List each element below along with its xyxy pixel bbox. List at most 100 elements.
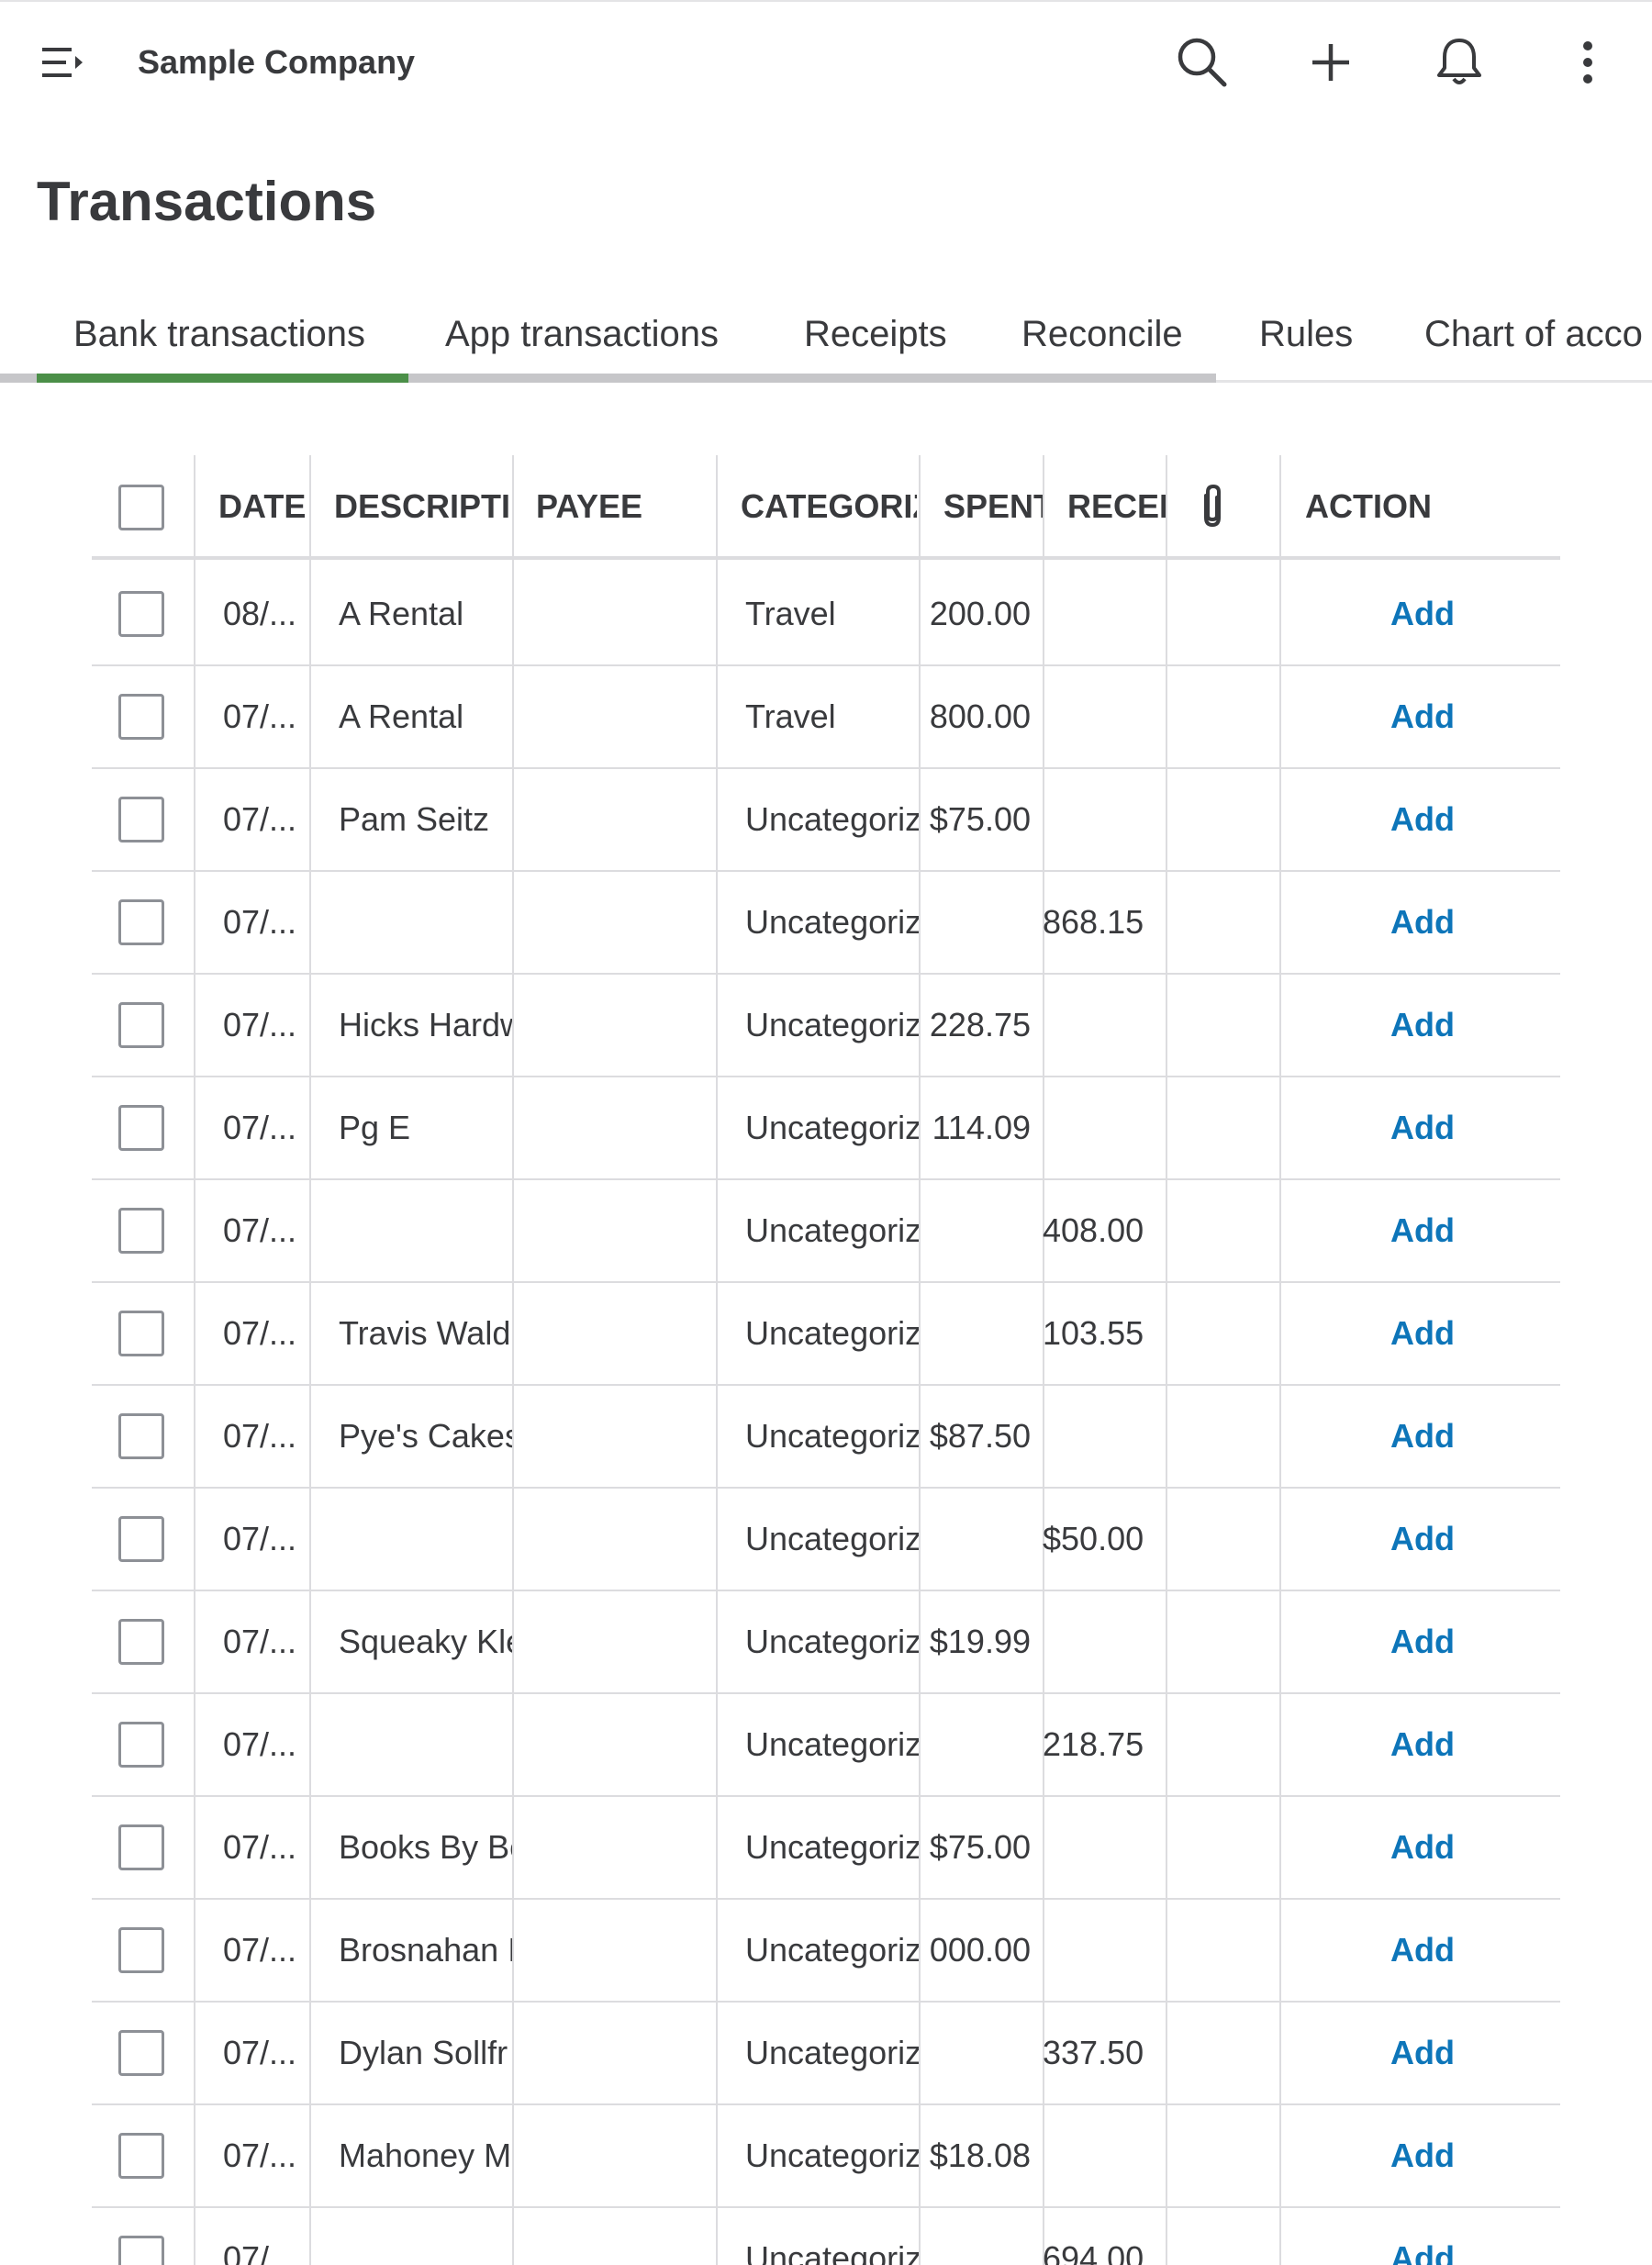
more-vertical-icon[interactable]: [1558, 33, 1617, 92]
column-header-description[interactable]: DESCRIPTIC: [334, 486, 510, 527]
column-header-categorize[interactable]: CATEGORIZ: [741, 486, 917, 527]
cell-category[interactable]: Uncategoriz: [745, 2105, 919, 2206]
row-checkbox[interactable]: [118, 1311, 164, 1356]
cell-category[interactable]: Uncategoriz: [745, 2003, 919, 2103]
column-header-payee[interactable]: PAYEE: [536, 486, 701, 527]
cell-category[interactable]: Uncategoriz: [745, 769, 919, 870]
table-row[interactable]: 07/... Brosnahan I Uncategoriz 000.00 Add: [92, 1900, 1560, 2003]
cell-category[interactable]: Uncategoriz: [745, 1900, 919, 2001]
transactions-table: DATE DESCRIPTIC PAYEE CATEGORIZ SPENT RE…: [92, 455, 1560, 2265]
add-button[interactable]: Add: [1285, 563, 1560, 664]
table-row[interactable]: 07/... Uncategoriz $50.00 Add: [92, 1489, 1560, 1591]
table-row[interactable]: 07/... Uncategoriz 868.15 Add: [92, 872, 1560, 975]
table-row[interactable]: 07/... Mahoney M Uncategoriz $18.08 Add: [92, 2105, 1560, 2208]
cell-spent: [919, 1180, 1031, 1281]
cell-category[interactable]: Uncategoriz: [745, 1591, 919, 1692]
cell-received: [1043, 975, 1166, 1076]
table-row[interactable]: 08/... A Rental Travel 200.00 Add: [92, 563, 1560, 666]
cell-category[interactable]: Uncategoriz: [745, 1489, 919, 1590]
add-button[interactable]: Add: [1285, 666, 1560, 767]
add-button[interactable]: Add: [1285, 1077, 1560, 1178]
row-checkbox[interactable]: [118, 2030, 164, 2076]
row-checkbox[interactable]: [118, 1002, 164, 1048]
add-button[interactable]: Add: [1285, 2105, 1560, 2206]
row-checkbox[interactable]: [118, 2236, 164, 2265]
cell-description: Pam Seitz: [339, 800, 490, 838]
cell-category[interactable]: Uncategoriz: [745, 1386, 919, 1487]
tab-receipts[interactable]: Receipts: [804, 312, 947, 356]
add-button[interactable]: Add: [1285, 1386, 1560, 1487]
cell-category[interactable]: Uncategoriz: [745, 1283, 919, 1384]
table-row[interactable]: 07/... Hicks Hardw Uncategoriz 228.75 Add: [92, 975, 1560, 1077]
select-all-checkbox[interactable]: [118, 485, 164, 530]
add-button[interactable]: Add: [1285, 1180, 1560, 1281]
tab-chart-of-accounts[interactable]: Chart of acco: [1424, 312, 1643, 356]
cell-received: [1043, 1386, 1166, 1487]
table-row[interactable]: 07/... Uncategoriz 218.75 Add: [92, 1694, 1560, 1797]
add-button[interactable]: Add: [1285, 2208, 1560, 2265]
table-row[interactable]: 07/... Books By Be Uncategoriz $75.00 Add: [92, 1797, 1560, 1900]
row-checkbox[interactable]: [118, 1208, 164, 1254]
table-row[interactable]: 07/... Pg E Uncategoriz 114.09 Add: [92, 1077, 1560, 1180]
add-button[interactable]: Add: [1285, 769, 1560, 870]
row-checkbox[interactable]: [118, 591, 164, 637]
cell-category[interactable]: Uncategoriz: [745, 1180, 919, 1281]
add-button[interactable]: Add: [1285, 1283, 1560, 1384]
row-checkbox[interactable]: [118, 1927, 164, 1973]
cell-category[interactable]: Uncategoriz: [745, 2208, 919, 2265]
search-icon[interactable]: [1173, 33, 1232, 92]
column-header-received[interactable]: RECEI\: [1067, 486, 1168, 527]
cell-spent: [919, 872, 1031, 973]
cell-spent: 228.75: [929, 1006, 1031, 1043]
table-row[interactable]: 07/... Pye's Cakes Uncategoriz $87.50 Add: [92, 1386, 1560, 1489]
row-checkbox[interactable]: [118, 899, 164, 945]
column-header-action[interactable]: ACTION: [1305, 486, 1489, 527]
table-row[interactable]: 07/... Uncategoriz 694.00 Add: [92, 2208, 1560, 2265]
table-row[interactable]: 07/... A Rental Travel 800.00 Add: [92, 666, 1560, 769]
add-button[interactable]: Add: [1285, 1900, 1560, 2001]
cell-received: 408.00: [1043, 1211, 1144, 1249]
plus-icon[interactable]: [1301, 33, 1360, 92]
tab-reconcile[interactable]: Reconcile: [1021, 312, 1183, 356]
cell-category[interactable]: Uncategoriz: [745, 1694, 919, 1795]
cell-received: 337.50: [1043, 2034, 1144, 2071]
row-checkbox[interactable]: [118, 1722, 164, 1768]
row-checkbox[interactable]: [118, 1105, 164, 1151]
cell-date: 07/...: [223, 2137, 297, 2174]
table-row[interactable]: 07/... Pam Seitz Uncategoriz $75.00 Add: [92, 769, 1560, 872]
add-button[interactable]: Add: [1285, 1591, 1560, 1692]
cell-category[interactable]: Travel: [745, 563, 919, 664]
tab-app-transactions[interactable]: App transactions: [445, 312, 719, 356]
table-row[interactable]: 07/... Dylan Sollfr Uncategoriz 337.50 Add: [92, 2003, 1560, 2105]
column-header-spent[interactable]: SPENT: [943, 486, 1043, 527]
add-button[interactable]: Add: [1285, 975, 1560, 1076]
row-checkbox[interactable]: [118, 2133, 164, 2179]
table-row[interactable]: 07/... Squeaky Kle Uncategoriz $19.99 Add: [92, 1591, 1560, 1694]
bell-icon[interactable]: [1430, 33, 1489, 92]
cell-received: [1043, 769, 1166, 870]
cell-category[interactable]: Uncategoriz: [745, 872, 919, 973]
row-checkbox[interactable]: [118, 1824, 164, 1870]
tab-bank-transactions[interactable]: Bank transactions: [73, 312, 365, 356]
cell-spent: $75.00: [929, 1828, 1031, 1866]
row-checkbox[interactable]: [118, 1516, 164, 1562]
add-button[interactable]: Add: [1285, 1489, 1560, 1590]
tab-rules[interactable]: Rules: [1259, 312, 1353, 356]
cell-category[interactable]: Uncategoriz: [745, 1797, 919, 1898]
row-checkbox[interactable]: [118, 797, 164, 842]
table-row[interactable]: 07/... Uncategoriz 408.00 Add: [92, 1180, 1560, 1283]
column-header-date[interactable]: DATE: [218, 486, 318, 527]
row-checkbox[interactable]: [118, 694, 164, 740]
company-name[interactable]: Sample Company: [138, 42, 415, 83]
cell-category[interactable]: Uncategoriz: [745, 975, 919, 1076]
menu-icon[interactable]: [39, 42, 86, 83]
cell-category[interactable]: Travel: [745, 666, 919, 767]
add-button[interactable]: Add: [1285, 872, 1560, 973]
cell-category[interactable]: Uncategoriz: [745, 1077, 919, 1178]
table-row[interactable]: 07/... Travis Waldr Uncategoriz 103.55 Add: [92, 1283, 1560, 1386]
add-button[interactable]: Add: [1285, 2003, 1560, 2103]
row-checkbox[interactable]: [118, 1619, 164, 1665]
add-button[interactable]: Add: [1285, 1797, 1560, 1898]
row-checkbox[interactable]: [118, 1413, 164, 1459]
add-button[interactable]: Add: [1285, 1694, 1560, 1795]
